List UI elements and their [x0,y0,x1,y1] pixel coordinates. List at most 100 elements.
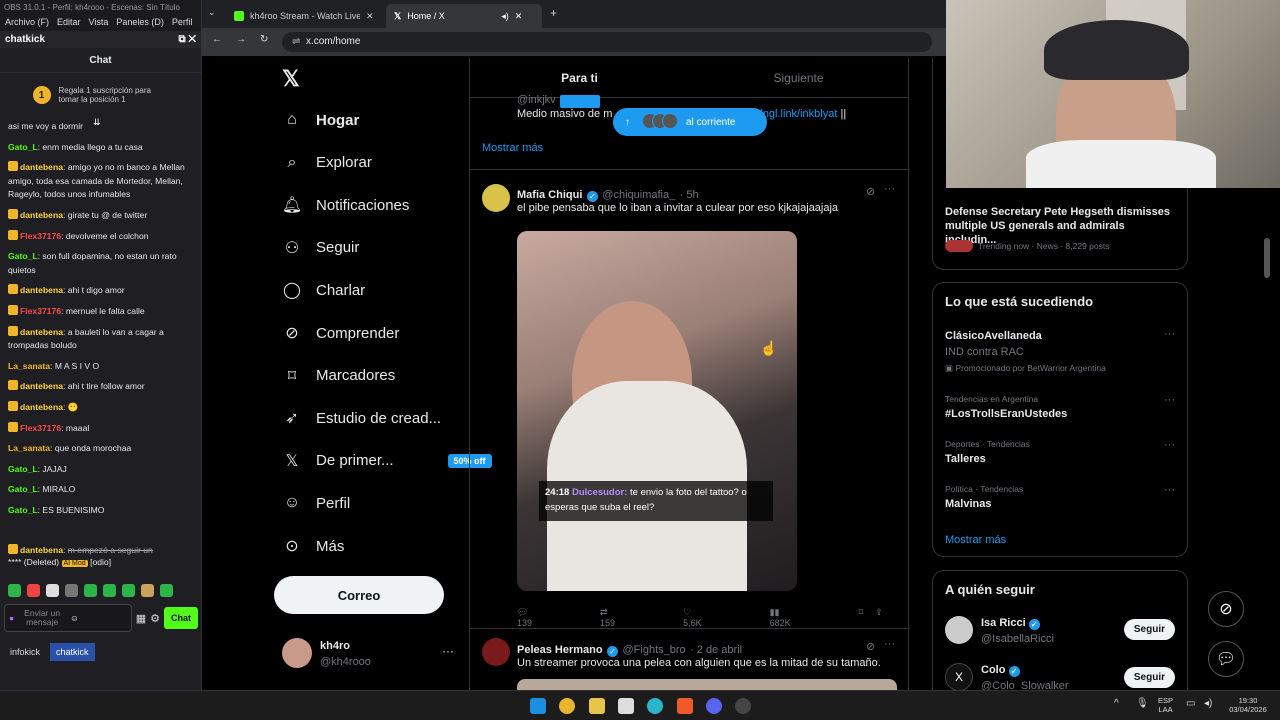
nav-item[interactable]: ⚇ Seguir [282,238,360,258]
chat-user[interactable]: Gato_L [8,142,38,152]
repost-button[interactable]: ⇄ 159 [600,607,649,628]
more-icon[interactable]: ··· [884,638,895,650]
post-mafia-chiqui[interactable]: Mafia Chiqui ✓ @chiquimafia_ · 5h ⊘ ··· … [470,171,910,629]
emoji-icon[interactable]: ☺ [70,613,79,623]
nav-item[interactable]: ➶ Estudio de cread... [282,408,441,428]
more-icon[interactable]: ··· [1164,328,1175,340]
more-icon[interactable]: ··· [1164,484,1175,496]
follow-name[interactable]: Isa Ricci ✓ [981,617,1040,630]
close-icon[interactable]: ✕ [188,34,196,45]
chat-user[interactable]: dantebena [20,402,63,412]
menu-archivo[interactable]: Archivo (F) [5,17,49,29]
emote-icon[interactable] [103,584,116,597]
post-button[interactable]: Correo [274,576,444,614]
emote-icon[interactable] [84,584,97,597]
trend-name[interactable]: Malvinas [945,498,991,510]
language-indicator[interactable]: ESP LAA [1158,696,1173,714]
nav-item[interactable]: ☺ Perfil [282,493,350,513]
post-author[interactable]: Peleas Hermano [517,644,603,656]
emote-icon[interactable] [122,584,135,597]
nav-item[interactable]: ◯ Charlar [282,280,365,300]
chrome-icon[interactable] [559,698,575,714]
show-more-link[interactable]: Mostrar más [482,142,543,154]
emote-icon[interactable] [8,584,21,597]
chat-user[interactable]: Gato_L [8,251,38,261]
new-tab-icon[interactable]: + [550,6,557,20]
bookmark-icon[interactable]: ⌑ [859,607,864,628]
url-input[interactable]: ⇌ x.com/home [282,32,932,52]
avatar[interactable] [945,616,973,644]
store-icon[interactable] [618,698,634,714]
avatar[interactable]: X [945,663,973,690]
grok-icon[interactable]: ⊘ [866,640,875,653]
tab-chatkick[interactable]: chatkick [50,643,95,661]
scrollbar[interactable] [1264,238,1270,278]
account-name[interactable]: kh4ro [320,640,350,652]
menu-editar[interactable]: Editar [57,17,81,29]
reload-icon[interactable]: ↻ [260,34,268,45]
speaker-icon[interactable]: ◂) [501,11,509,22]
chat-user[interactable]: Gato_L [8,464,38,474]
nav-item[interactable]: ⊘ Comprender [282,323,399,343]
trend-name[interactable]: Talleres [945,453,986,465]
edge-icon[interactable] [647,698,663,714]
emote-icon[interactable] [27,584,40,597]
like-button[interactable]: ♡ 5,6K [683,607,736,628]
new-posts-toast[interactable]: ↑ al corriente [613,108,767,136]
reply-button[interactable]: 💬︎ 139 [517,607,566,628]
nav-item[interactable]: 𝕏 De primer... 50% off [282,451,492,471]
tab-search-icon[interactable]: ⌄ [208,7,216,18]
emote-icon[interactable] [46,584,59,597]
post-media[interactable] [517,679,897,690]
emote-icon[interactable] [65,584,78,597]
grok-fab-icon[interactable]: ⊘ [1208,591,1244,627]
store-icon[interactable]: ▦ [136,612,146,625]
nav-item[interactable]: ⌂ Hogar [282,110,359,130]
network-icon[interactable]: ▭ [1186,699,1195,709]
trend-name[interactable]: ClásicoAvellaneda [945,330,1042,342]
grok-icon[interactable]: ⊘ [866,185,875,198]
nav-item[interactable]: ⌕ Explorar [282,153,372,173]
chat-user[interactable]: dantebena [20,285,63,295]
nav-item[interactable]: ⌑ Marcadores [282,366,395,386]
tab-infokick[interactable]: infokick [4,643,46,661]
mic-icon[interactable]: ● [9,613,14,623]
chat-user[interactable]: La_sanata [8,443,50,453]
chat-user[interactable]: dantebena [20,162,63,172]
forward-icon[interactable]: → [236,34,246,45]
folder-icon[interactable] [589,698,605,714]
chat-user[interactable]: dantebena [20,381,63,391]
account-more-icon[interactable]: ··· [442,644,454,658]
emote-icon[interactable] [141,584,154,597]
chat-user[interactable]: Flex37176 [20,423,61,433]
float-icon[interactable]: ⧉ [178,34,185,45]
messages-fab-icon[interactable]: 💬︎ [1208,641,1244,677]
chat-user[interactable]: dantebena [20,545,63,555]
x-logo-icon[interactable]: 𝕏 [282,66,300,92]
emote-icon[interactable] [160,584,173,597]
more-icon[interactable]: ··· [1164,394,1175,406]
chat-input[interactable]: ● Enviar un mensaje ☺ [4,604,132,632]
post-handle[interactable]: @Fights_bro [623,644,686,656]
chat-user[interactable]: dantebena [20,327,63,337]
post-time[interactable]: · 2 de abril [690,644,742,656]
follow-name[interactable]: Colo ✓ [981,664,1020,677]
show-more-link[interactable]: Mostrar más [945,534,1006,546]
obs-icon[interactable] [735,698,751,714]
send-chat-button[interactable]: Chat [164,607,198,629]
site-info-icon[interactable]: ⇌ [292,36,300,47]
follow-button[interactable]: Seguir [1123,667,1175,688]
avatar[interactable] [482,184,510,212]
avatar[interactable] [282,638,312,668]
gear-icon[interactable]: ⚙ [150,612,160,625]
tab-kick[interactable]: kh4roo Stream - Watch Live on ✕ [226,4,384,28]
more-icon[interactable]: ··· [884,183,895,195]
brave-icon[interactable] [677,698,693,714]
post-time[interactable]: · 5h [680,189,699,201]
back-icon[interactable]: ← [212,34,222,45]
nav-item[interactable]: 🔔︎ Notificaciones [282,195,410,215]
post-handle[interactable]: @chiquimafia_ [602,189,675,201]
chat-user[interactable]: Gato_L [8,484,38,494]
menu-perfil[interactable]: Perfil [172,17,193,29]
views-button[interactable]: ▮▮ 682K [770,607,825,628]
